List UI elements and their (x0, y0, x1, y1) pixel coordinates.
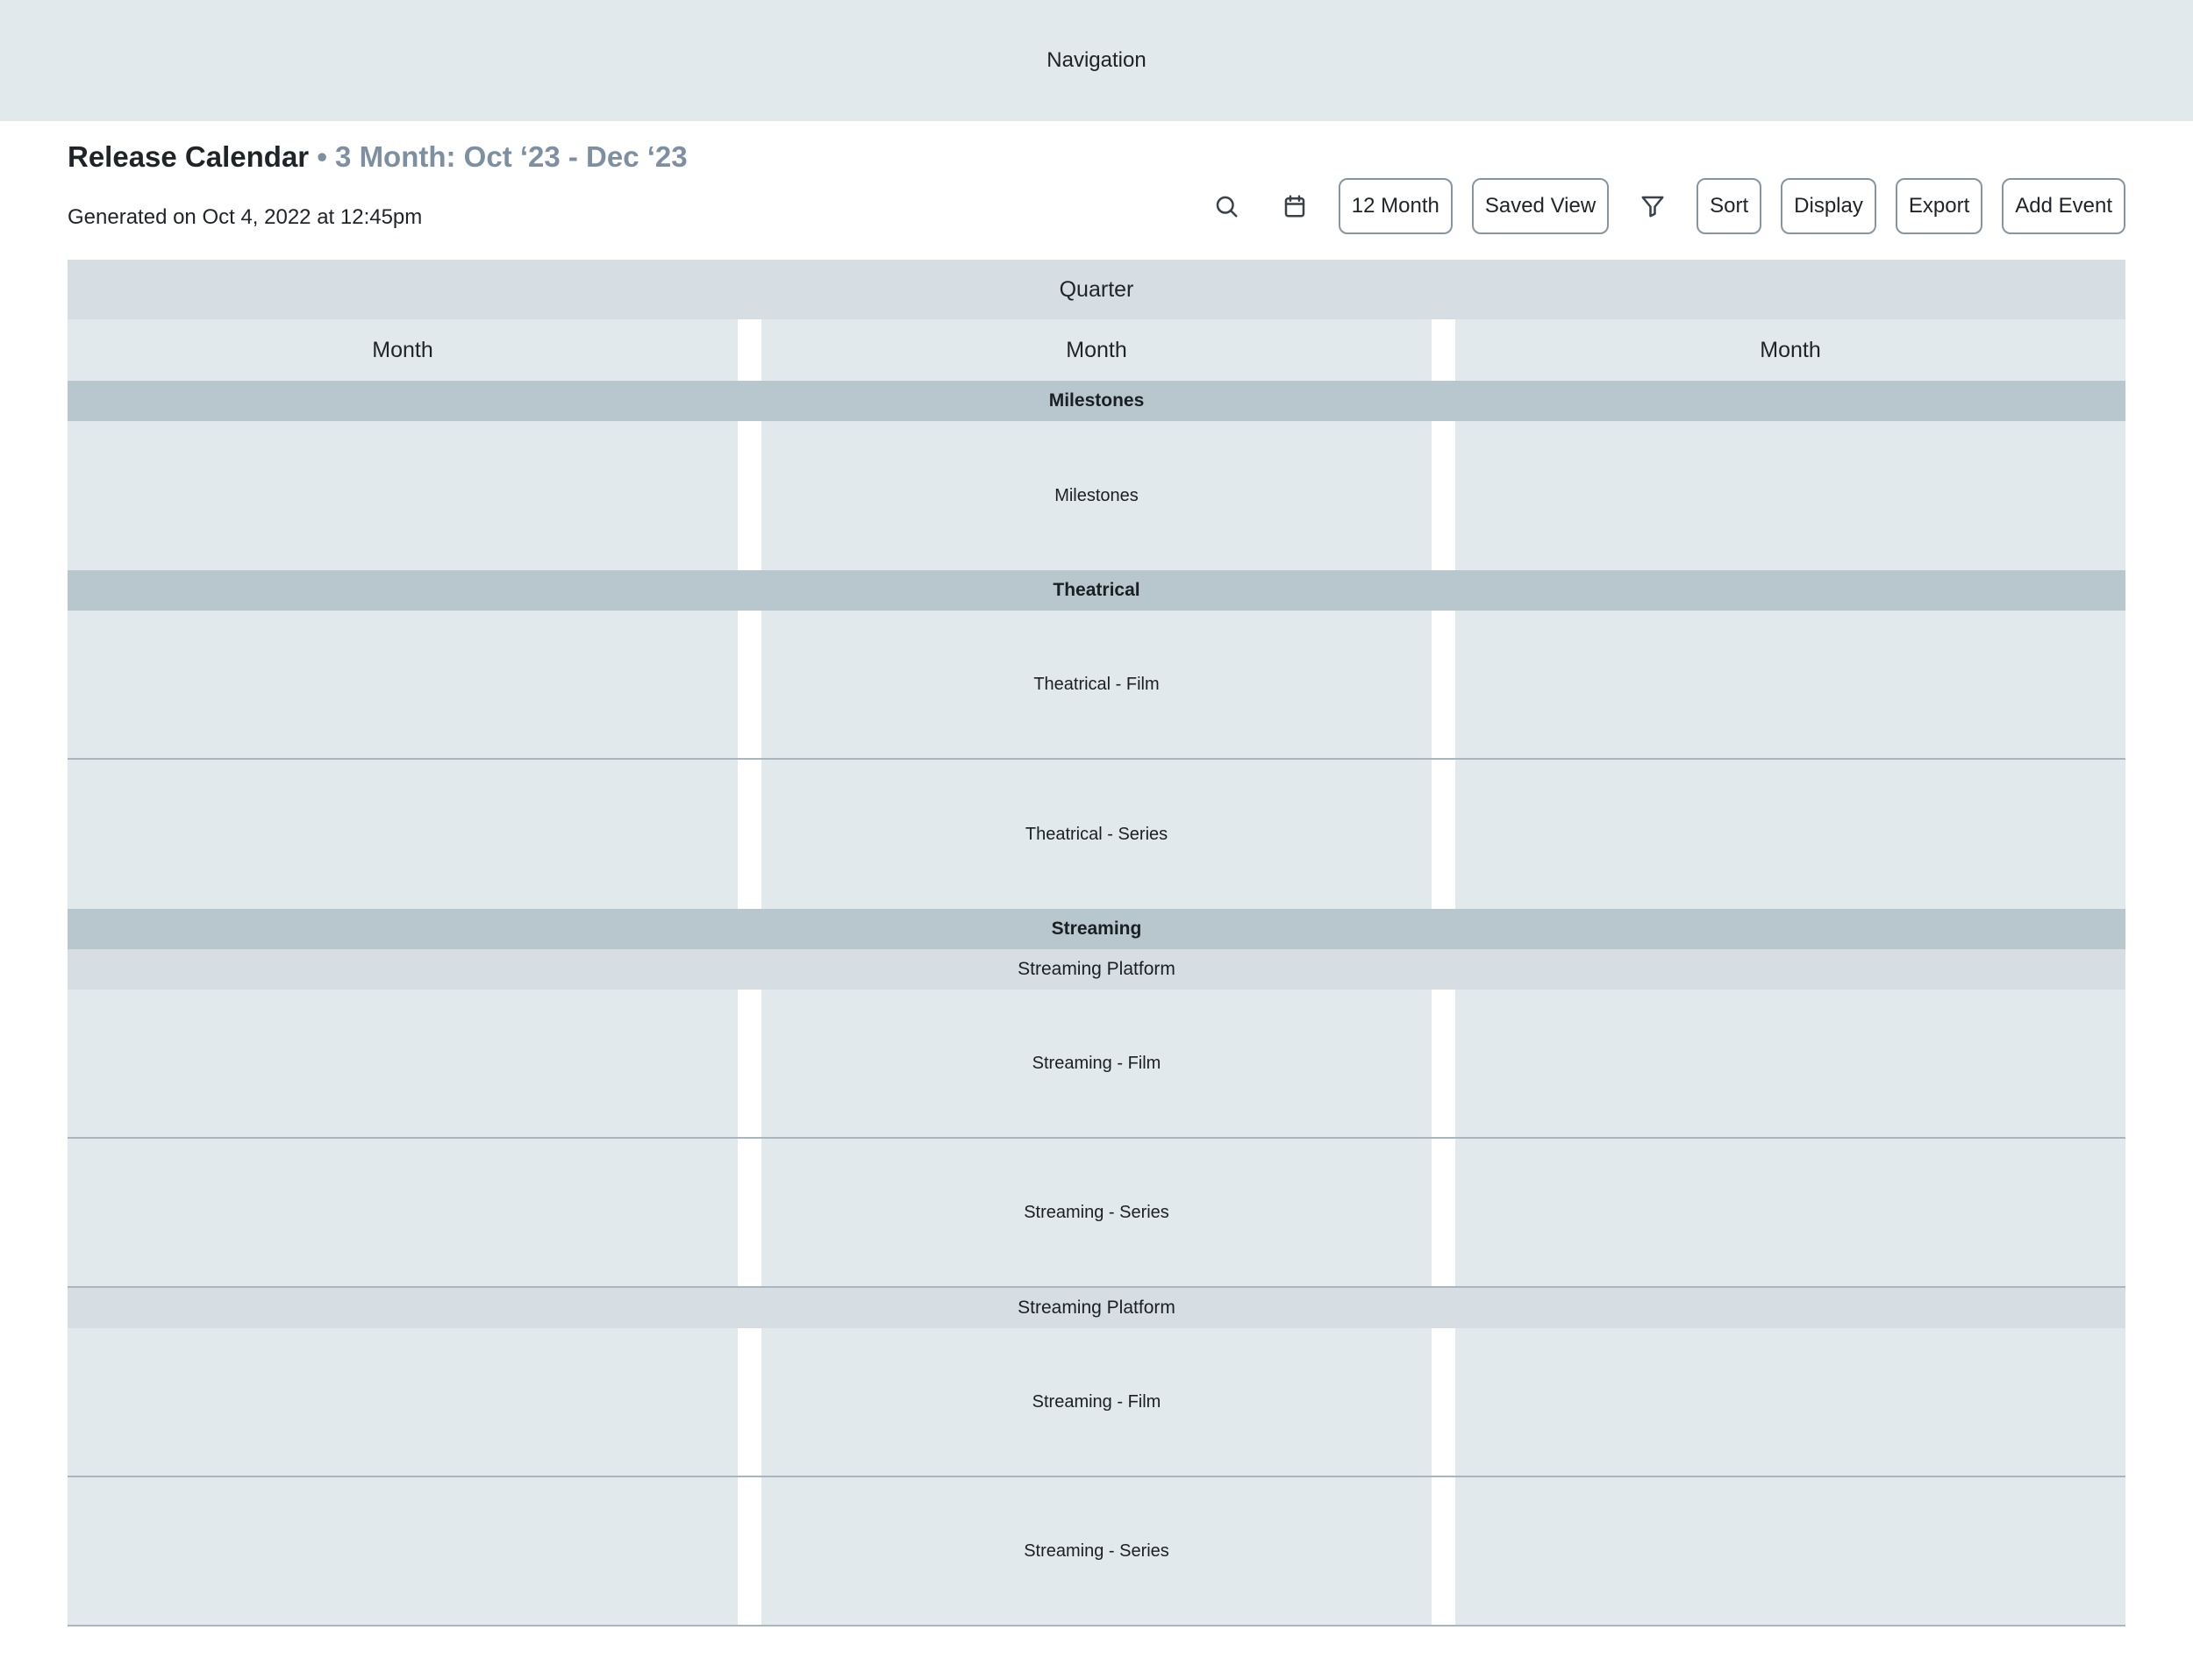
sort-button[interactable]: Sort (1697, 178, 1762, 234)
page-title-text: Release Calendar (68, 140, 310, 173)
calendar-cell[interactable] (1455, 1139, 2125, 1286)
calendar-row-theatrical-series: Theatrical - Series (68, 760, 2125, 909)
search-button[interactable] (1202, 182, 1251, 231)
section-header-theatrical: Theatrical (68, 570, 2125, 611)
calendar-row-theatrical-film: Theatrical - Film (68, 611, 2125, 760)
export-button[interactable]: Export (1895, 178, 1983, 234)
calendar-cell[interactable] (761, 1139, 1432, 1286)
calendar-cell[interactable] (1455, 611, 2125, 758)
calendar-icon (1284, 195, 1305, 218)
section-header-milestones: Milestones (68, 381, 2125, 421)
generated-timestamp: Generated on Oct 4, 2022 at 12:45pm (68, 205, 423, 229)
month-header-1: Month (68, 319, 738, 381)
calendar-cell[interactable] (68, 1328, 738, 1476)
calendar-cell[interactable] (68, 611, 738, 758)
calendar-cell[interactable] (761, 1328, 1432, 1476)
calendar-cell[interactable] (761, 1477, 1432, 1625)
saved-view-button[interactable]: Saved View (1471, 178, 1610, 234)
calendar-cell[interactable] (761, 760, 1432, 909)
month-header-row: Month Month Month (68, 319, 2125, 381)
calendar-row-streaming-film: Streaming - Film (68, 990, 2125, 1139)
calendar-cell[interactable] (68, 421, 738, 570)
calendar-cell[interactable] (1455, 421, 2125, 570)
calendar-cell[interactable] (68, 990, 738, 1137)
calendar-cell[interactable] (1455, 1328, 2125, 1476)
quarter-header: Quarter (68, 260, 2125, 319)
calendar-cell[interactable] (1455, 1477, 2125, 1625)
calendar-cell[interactable] (68, 1139, 738, 1286)
display-button[interactable]: Display (1781, 178, 1876, 234)
section-header-streaming: Streaming (68, 909, 2125, 949)
calendar-row-streaming-film: Streaming - Film (68, 1328, 2125, 1477)
calendar-cell[interactable] (761, 611, 1432, 758)
calendar-cell[interactable] (68, 1477, 738, 1625)
calendar-button[interactable] (1270, 182, 1319, 231)
calendar-cell[interactable] (1455, 990, 2125, 1137)
filter-button[interactable] (1628, 182, 1677, 231)
platform-header: Streaming Platform (68, 949, 2125, 990)
release-calendar-grid: Quarter Month Month Month Milestones Mil… (68, 260, 2125, 1626)
navigation-bar[interactable]: Navigation (0, 0, 2193, 121)
calendar-cell[interactable] (761, 990, 1432, 1137)
calendar-cell[interactable] (1455, 760, 2125, 909)
page-title: Release Calendar • 3 Month: Oct ‘23 - De… (68, 140, 688, 174)
calendar-cell[interactable] (761, 421, 1432, 570)
add-event-button[interactable]: Add Event (2002, 178, 2125, 234)
calendar-row-milestones: Milestones (68, 421, 2125, 570)
month-header-2: Month (761, 319, 1432, 381)
filter-icon (1641, 196, 1664, 218)
navigation-label: Navigation (1046, 48, 1147, 72)
platform-header: Streaming Platform (68, 1288, 2125, 1328)
toolbar: 12 Month Saved View Sort Display Export … (1202, 178, 2125, 234)
month-header-3: Month (1455, 319, 2125, 381)
search-icon (1216, 196, 1238, 218)
twelve-month-button[interactable]: 12 Month (1338, 178, 1453, 234)
quarter-label: Quarter (1059, 276, 1134, 302)
calendar-row-streaming-series: Streaming - Series (68, 1139, 2125, 1288)
calendar-row-streaming-series: Streaming - Series (68, 1477, 2125, 1626)
date-range-label: • 3 Month: Oct ‘23 - Dec ‘23 (309, 140, 688, 173)
calendar-cell[interactable] (68, 760, 738, 909)
